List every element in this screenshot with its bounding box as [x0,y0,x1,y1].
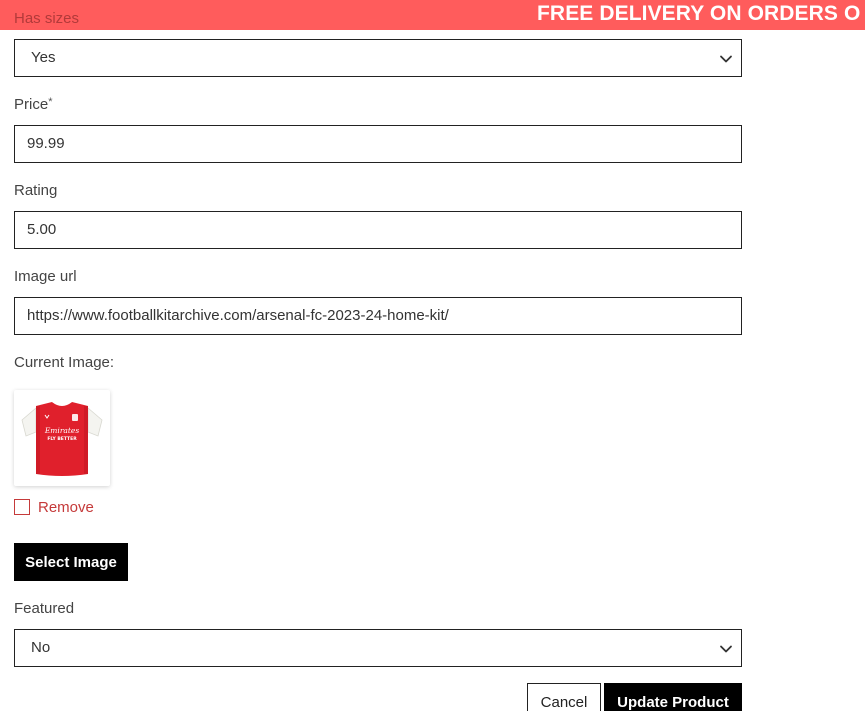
has-sizes-value: Yes [31,49,56,66]
remove-label: Remove [38,498,94,516]
shirt-tagline-text: FLY BETTER [47,436,77,442]
edit-product-page: Has sizes FREE DELIVERY ON ORDERS O Yes … [0,0,865,711]
update-product-button[interactable]: Update Product [604,683,742,711]
cancel-button[interactable]: Cancel [527,683,601,711]
shirt-sponsor-text: Emirates [44,426,79,435]
featured-select[interactable]: No [14,629,742,667]
remove-image-row[interactable]: Remove [14,497,94,517]
featured-value: No [31,639,51,656]
image-url-label: Image url [14,268,77,285]
football-shirt-icon: Emirates FLY BETTER [21,401,103,476]
current-image-label: Current Image: [14,354,115,371]
chevron-down-icon [720,645,732,653]
price-label-text: Price [14,96,49,113]
delivery-banner: Has sizes FREE DELIVERY ON ORDERS O [0,0,865,30]
banner-message: FREE DELIVERY ON ORDERS O [537,2,861,25]
image-url-input[interactable]: https://www.footballkitarchive.com/arsen… [14,297,742,335]
featured-label: Featured [14,600,75,617]
price-value: 99.99 [27,135,65,152]
rating-value: 5.00 [27,221,57,238]
select-image-button[interactable]: Select Image [14,543,128,581]
has-sizes-label: Has sizes [14,10,80,27]
price-input[interactable]: 99.99 [14,125,742,163]
required-mark: * [48,96,53,108]
has-sizes-select[interactable]: Yes [14,39,742,77]
rating-input[interactable]: 5.00 [14,211,742,249]
chevron-down-icon [720,55,732,63]
remove-checkbox[interactable] [14,499,30,515]
rating-label: Rating [14,182,58,199]
current-image-thumbnail: Emirates FLY BETTER [14,390,110,486]
price-label: Price* [14,96,52,113]
image-url-value: https://www.footballkitarchive.com/arsen… [27,307,449,324]
